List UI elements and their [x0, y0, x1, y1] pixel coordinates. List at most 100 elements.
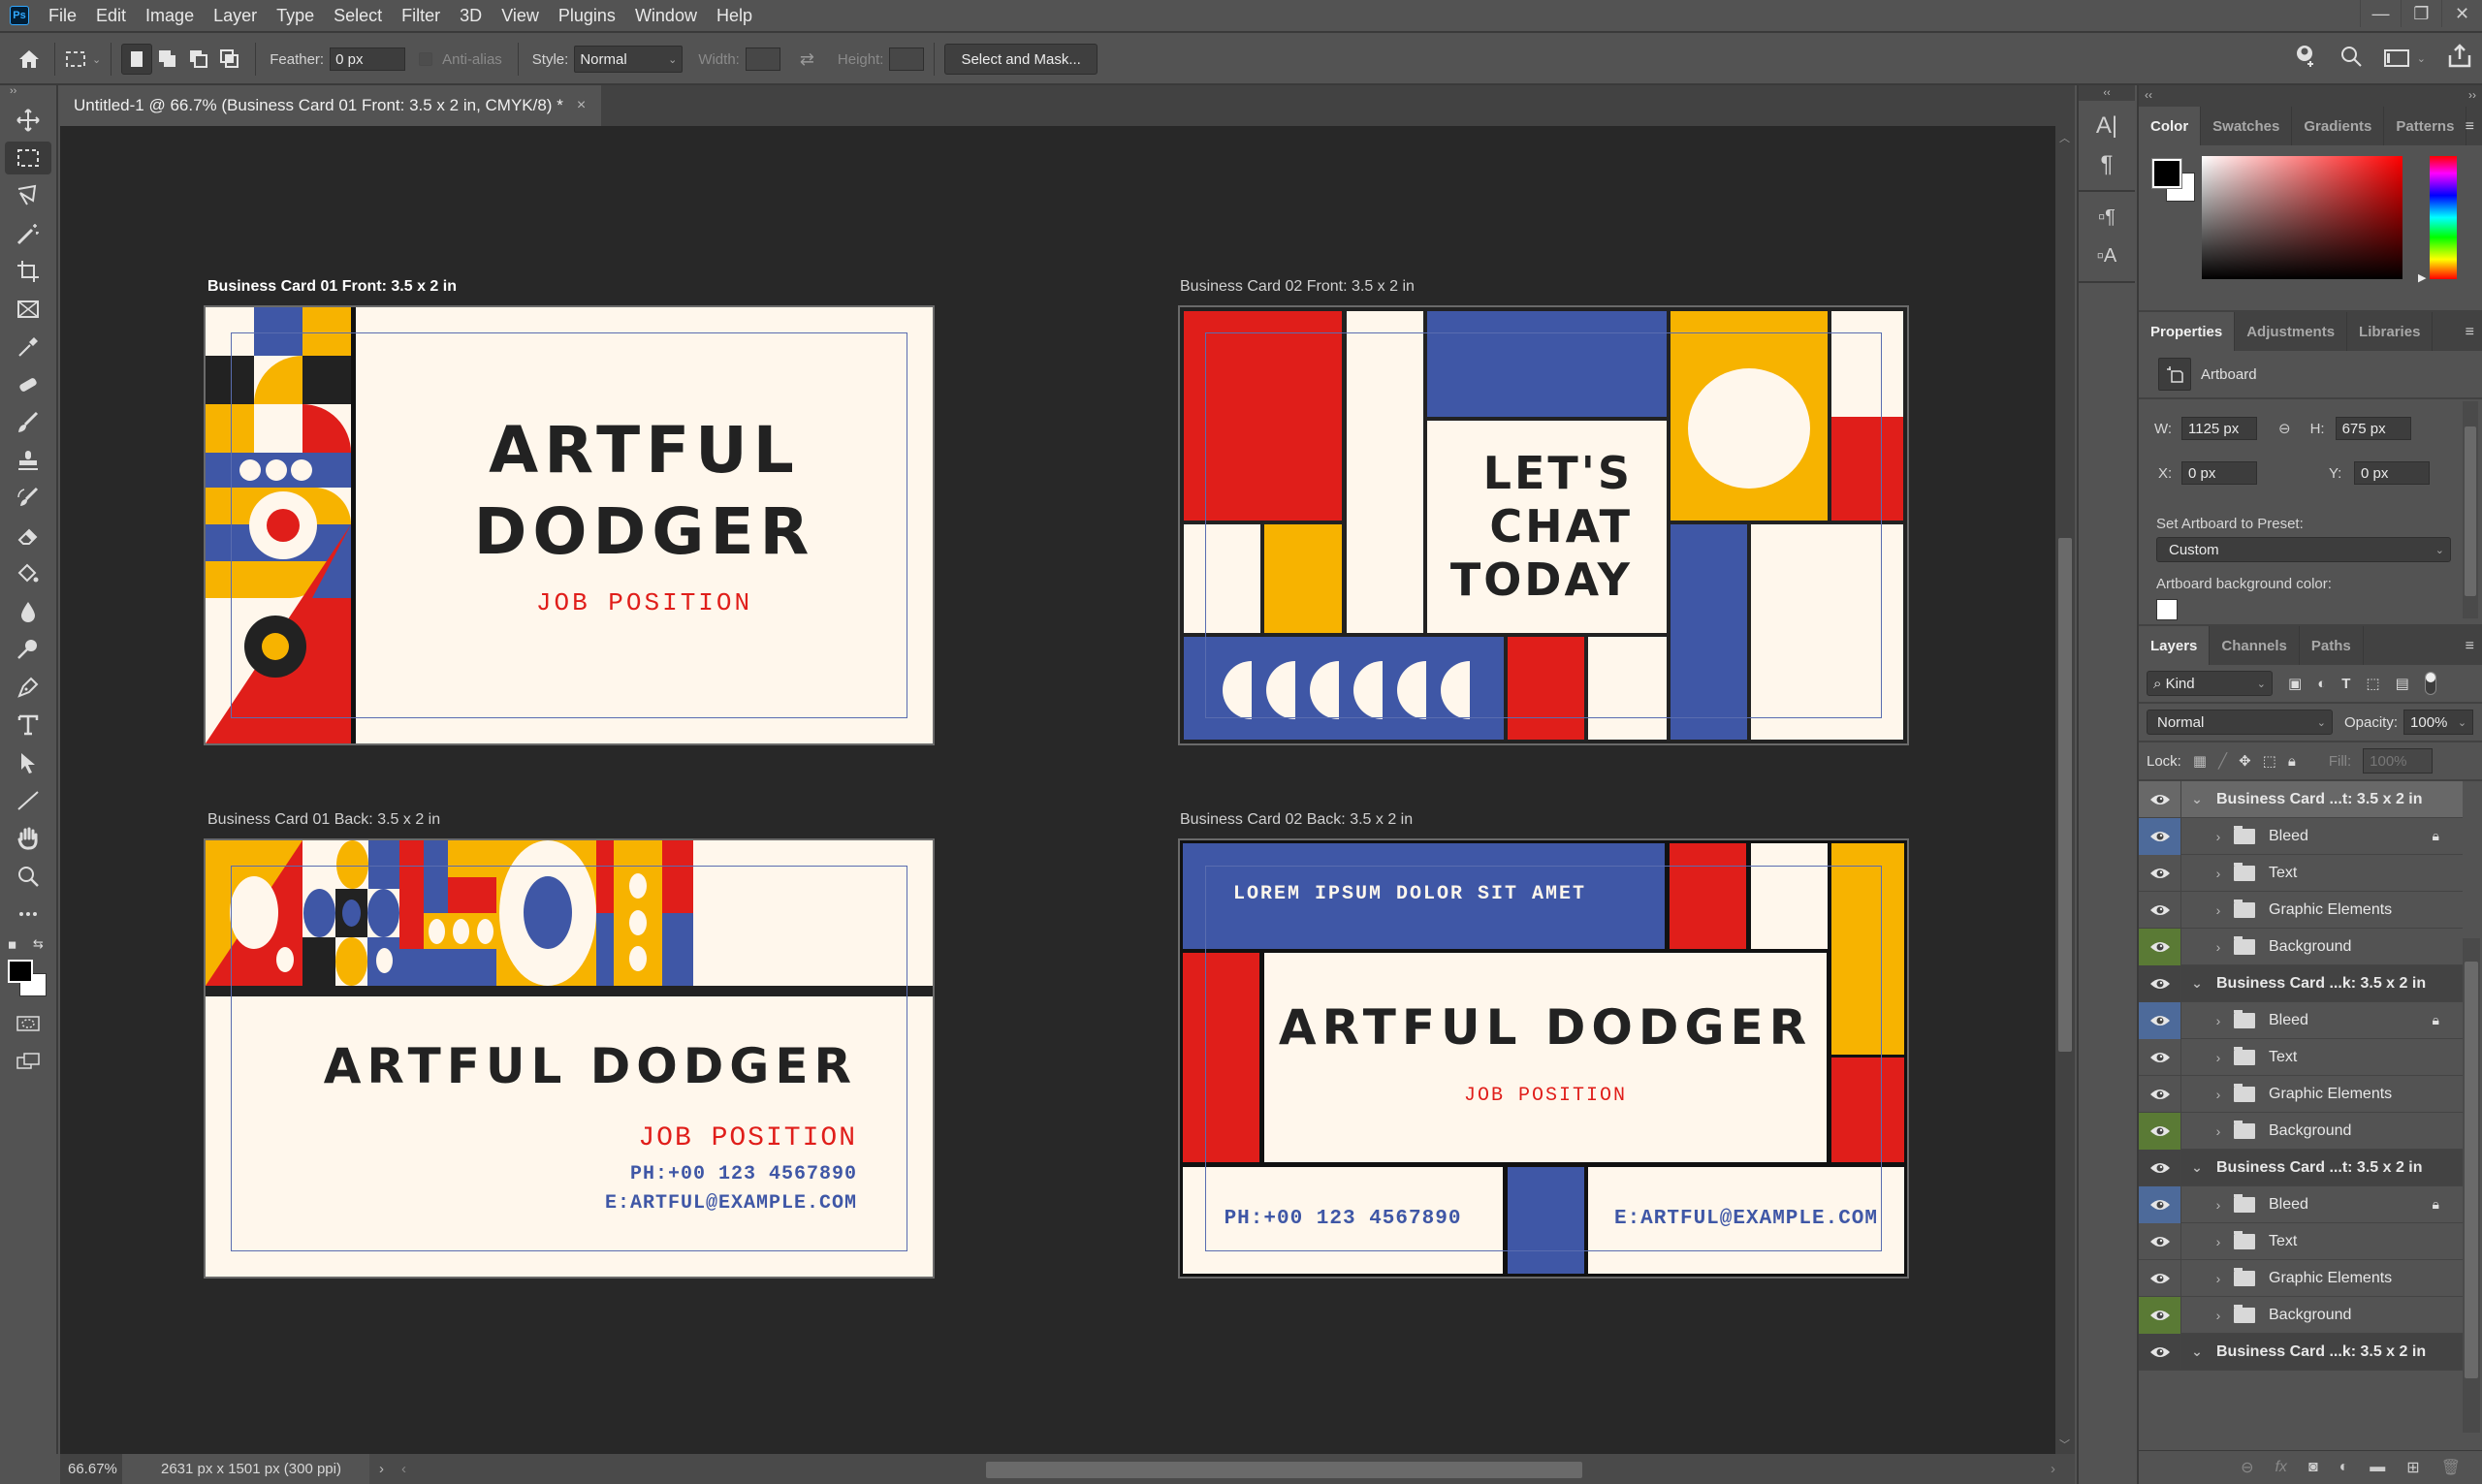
properties-scroll-thumb[interactable]	[2465, 426, 2476, 596]
chevron-right-icon[interactable]: ›	[2209, 1271, 2228, 1286]
foreground-color-chip[interactable]	[2151, 158, 2182, 189]
tab-paths[interactable]: Paths	[2300, 626, 2364, 665]
magic-wand-tool[interactable]	[5, 217, 51, 250]
menu-filter[interactable]: Filter	[392, 6, 450, 26]
panel-menu-icon[interactable]: ≡	[2466, 118, 2474, 136]
artboard-label-card02-back[interactable]: Business Card 02 Back: 3.5 x 2 in	[1180, 811, 1413, 829]
menu-plugins[interactable]: Plugins	[549, 6, 625, 26]
share-export-icon[interactable]	[2447, 44, 2472, 73]
menu-file[interactable]: File	[39, 6, 86, 26]
artboard-bg-color-swatch[interactable]	[2156, 599, 2178, 620]
visibility-eye-icon[interactable]	[2139, 1296, 2181, 1334]
menu-window[interactable]: Window	[625, 6, 707, 26]
adjustment-layer-icon[interactable]: ◐	[2339, 1459, 2349, 1476]
tab-adjustments[interactable]: Adjustments	[2235, 312, 2348, 351]
fx-icon[interactable]: fx	[2275, 1459, 2286, 1476]
pen-tool[interactable]	[5, 671, 51, 704]
history-brush-tool[interactable]	[5, 482, 51, 515]
menu-image[interactable]: Image	[136, 6, 204, 26]
chevron-right-icon[interactable]: ›	[2209, 939, 2228, 955]
collapse-panels-icon[interactable]: ‹‹	[2079, 85, 2135, 101]
menu-help[interactable]: Help	[707, 6, 762, 26]
tab-properties[interactable]: Properties	[2139, 312, 2236, 351]
layer-row[interactable]: › Text	[2139, 1222, 2463, 1260]
fill-input[interactable]: 100%	[2363, 748, 2434, 774]
menu-type[interactable]: Type	[267, 6, 324, 26]
chevron-right-icon[interactable]: ›	[2209, 866, 2228, 881]
lock-all-icon[interactable]: 🔒︎	[2288, 753, 2296, 770]
visibility-eye-icon[interactable]	[2139, 928, 2181, 965]
artboard-y-input[interactable]: 0 px	[2354, 461, 2430, 485]
expand-toolbar-icon[interactable]: ››	[0, 85, 56, 99]
filter-pixel-icon[interactable]: ▣	[2288, 675, 2302, 692]
layer-row[interactable]: › Text	[2139, 854, 2463, 892]
visibility-eye-icon[interactable]	[2139, 854, 2181, 892]
default-colors-icon[interactable]: ◼	[8, 938, 16, 951]
swap-colors-icon[interactable]: ⇆	[33, 936, 44, 952]
chevron-down-icon[interactable]: ⌄	[2187, 1343, 2207, 1360]
close-window-button[interactable]: ✕	[2441, 0, 2482, 27]
chevron-right-icon[interactable]: ›	[2209, 1197, 2228, 1213]
preset-select[interactable]: Custom ⌄	[2156, 537, 2451, 562]
minimize-button[interactable]: —	[2360, 0, 2401, 27]
path-selection-tool[interactable]	[5, 746, 51, 779]
artboard-width-input[interactable]: 1125 px	[2181, 417, 2257, 440]
eraser-tool[interactable]	[5, 520, 51, 553]
visibility-eye-icon[interactable]	[2139, 1222, 2181, 1260]
visibility-eye-icon[interactable]	[2139, 1259, 2181, 1297]
visibility-eye-icon[interactable]	[2139, 1038, 2181, 1076]
menu-edit[interactable]: Edit	[86, 6, 136, 26]
chevron-right-icon[interactable]: ›	[2209, 902, 2228, 918]
artboard-card01-back[interactable]: ARTFUL DODGER JOB POSITION PH:+00 123 45…	[204, 838, 935, 1279]
tab-channels[interactable]: Channels	[2210, 626, 2300, 665]
layer-row[interactable]: › Bleed 🔒︎	[2139, 817, 2463, 855]
restore-button[interactable]: ❐	[2401, 0, 2441, 27]
color-picker-field[interactable]	[2202, 156, 2402, 279]
intersect-selection-icon[interactable]	[214, 44, 245, 75]
lasso-tool[interactable]	[5, 179, 51, 212]
scroll-up-icon[interactable]: ︿	[2059, 130, 2070, 145]
delete-layer-icon[interactable]: 🗑︎	[2441, 1458, 2461, 1477]
scroll-left-icon[interactable]: ‹	[401, 1461, 406, 1477]
opacity-input[interactable]: 100% ⌄	[2403, 710, 2474, 735]
artboard-card02-front[interactable]: LET'S CHAT TODAY	[1178, 305, 1909, 745]
frame-tool[interactable]	[5, 293, 51, 326]
blur-tool[interactable]	[5, 595, 51, 628]
style-select[interactable]: Normal ⌄	[574, 46, 684, 73]
eyedropper-tool[interactable]	[5, 331, 51, 363]
hue-slider-handle[interactable]: ▶	[2418, 271, 2426, 284]
new-layer-icon[interactable]: ⊞	[2406, 1458, 2419, 1477]
layers-scrollbar[interactable]	[2463, 938, 2480, 1433]
lock-image-icon[interactable]: ╱	[2218, 752, 2227, 770]
layer-artboard-row[interactable]: ⌄ Business Card ...k: 3.5 x 2 in	[2139, 1333, 2463, 1371]
foreground-color-swatch[interactable]	[8, 960, 33, 983]
filter-shape-icon[interactable]: ⬚	[2366, 675, 2379, 692]
hue-slider[interactable]	[2430, 156, 2457, 279]
canvas-area[interactable]: Business Card 01 Front: 3.5 x 2 in ARTFU…	[60, 126, 2055, 1454]
move-tool[interactable]	[5, 104, 51, 137]
visibility-eye-icon[interactable]	[2139, 817, 2181, 855]
collapse-left-icon[interactable]: ‹‹	[2145, 88, 2152, 102]
filter-type-icon[interactable]: T	[2341, 676, 2350, 692]
chevron-right-icon[interactable]: ›	[2209, 1123, 2228, 1139]
layer-row[interactable]: › Graphic Elements	[2139, 1259, 2463, 1297]
new-group-icon[interactable]: ▬	[2370, 1459, 2385, 1476]
artboard-x-input[interactable]: 0 px	[2181, 461, 2257, 485]
close-tab-icon[interactable]: ×	[577, 97, 586, 114]
filter-adjustment-icon[interactable]: ◐	[2317, 676, 2326, 692]
artboard-card01-front[interactable]: ARTFUL DODGER JOB POSITION	[204, 305, 935, 745]
width-input[interactable]	[745, 47, 780, 71]
visibility-eye-icon[interactable]	[2139, 780, 2181, 818]
properties-scrollbar[interactable]	[2463, 401, 2478, 618]
paragraph-panel-icon[interactable]: ¶	[2079, 145, 2135, 184]
chevron-right-icon[interactable]: ›	[2209, 1234, 2228, 1249]
tab-libraries[interactable]: Libraries	[2347, 312, 2434, 351]
select-and-mask-button[interactable]: Select and Mask...	[944, 44, 1098, 75]
zoom-tool[interactable]	[5, 860, 51, 893]
visibility-eye-icon[interactable]	[2139, 1075, 2181, 1113]
layer-row[interactable]: › Graphic Elements	[2139, 891, 2463, 929]
zoom-level[interactable]: 66.67%	[60, 1454, 122, 1484]
swap-width-height-icon[interactable]: ⇄	[800, 49, 814, 70]
tab-color[interactable]: Color	[2139, 107, 2202, 145]
rectangular-marquee-preset-icon[interactable]: ⌄	[65, 50, 101, 68]
